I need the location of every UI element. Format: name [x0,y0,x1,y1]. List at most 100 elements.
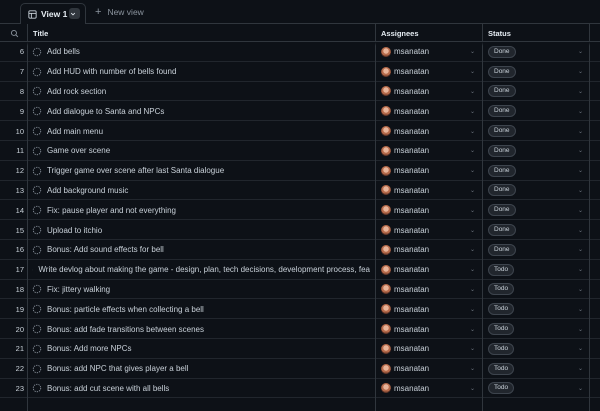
row-title[interactable]: Bonus: particle effects when collecting … [47,305,204,314]
row-assignee-cell[interactable]: msanatan [381,280,477,300]
row-title[interactable]: Add main menu [47,127,103,136]
row-assignee-cell[interactable]: msanatan [381,260,477,280]
status-dropdown-icon[interactable]: ⌄ [578,280,583,300]
row-status-cell[interactable]: Done [488,200,516,220]
row-assignee-cell[interactable]: msanatan [381,62,477,82]
table-row[interactable]: 19 Bonus: particle effects when collectin… [0,299,600,320]
assignee-dropdown-icon[interactable]: ⌄ [470,62,475,82]
row-status-cell[interactable]: Done [488,240,516,260]
row-status-cell[interactable]: Todo [488,339,515,359]
status-dropdown-icon[interactable]: ⌄ [578,181,583,201]
tab-view-1[interactable]: View 1 [20,3,86,24]
table-row[interactable]: 13 Add background music msanatan ⌄ Done ⌄ [0,181,600,201]
table-row[interactable]: 20 Bonus: add fade transitions between sc… [0,319,600,339]
table-row[interactable]: 17 Write devlog about making the game - d… [0,260,600,280]
assignee-dropdown-icon[interactable]: ⌄ [470,181,475,201]
column-divider[interactable] [589,24,590,411]
row-title[interactable]: Write devlog about making the game - des… [38,265,370,274]
assignee-dropdown-icon[interactable]: ⌄ [470,379,475,399]
row-title[interactable]: Add background music [47,186,128,195]
row-status-cell[interactable]: Done [488,82,516,102]
row-assignee-cell[interactable]: msanatan [381,240,477,260]
row-title[interactable]: Trigger game over scene after last Santa… [47,166,224,175]
assignee-dropdown-icon[interactable]: ⌄ [470,101,475,121]
row-title-cell[interactable]: Game over scene [32,141,370,161]
row-status-cell[interactable]: Todo [488,299,515,319]
row-title[interactable]: Fix: pause player and not everything [47,206,176,215]
assignee-dropdown-icon[interactable]: ⌄ [470,240,475,260]
row-status-cell[interactable]: Done [488,220,516,240]
row-title-cell[interactable]: Fix: pause player and not everything [32,200,370,220]
status-dropdown-icon[interactable]: ⌄ [578,359,583,379]
table-row[interactable]: 15 Upload to itchio msanatan ⌄ Done ⌄ [0,220,600,240]
assignee-dropdown-icon[interactable]: ⌄ [470,280,475,300]
status-dropdown-icon[interactable]: ⌄ [578,200,583,220]
row-title[interactable]: Add dialogue to Santa and NPCs [47,107,164,116]
row-title-cell[interactable]: Add background music [32,181,370,201]
table-row[interactable]: 7 Add HUD with number of bells found msana… [0,62,600,82]
row-title-cell[interactable]: Bonus: add cut scene with all bells [32,379,370,399]
row-assignee-cell[interactable]: msanatan [381,379,477,399]
assignee-dropdown-icon[interactable]: ⌄ [470,359,475,379]
table-row[interactable]: 18 Fix: jittery walking msanatan ⌄ Todo ⌄ [0,280,600,300]
table-row[interactable]: 23 Bonus: add cut scene with all bells msa… [0,379,600,399]
table-row[interactable]: 16 Bonus: Add sound effects for bell msana… [0,240,600,260]
status-dropdown-icon[interactable]: ⌄ [578,82,583,102]
column-header-title[interactable]: Title [33,24,48,42]
assignee-dropdown-icon[interactable]: ⌄ [470,161,475,181]
row-title[interactable]: Add bells [47,47,80,56]
row-assignee-cell[interactable]: msanatan [381,121,477,141]
row-title[interactable]: Bonus: Add more NPCs [47,344,131,353]
status-dropdown-icon[interactable]: ⌄ [578,339,583,359]
row-status-cell[interactable]: Todo [488,280,515,300]
assignee-dropdown-icon[interactable]: ⌄ [470,220,475,240]
row-assignee-cell[interactable]: msanatan [381,319,477,339]
row-status-cell[interactable]: Todo [488,319,515,339]
search-icon[interactable] [10,24,19,42]
row-status-cell[interactable]: Todo [488,260,515,280]
status-dropdown-icon[interactable]: ⌄ [578,220,583,240]
row-status-cell[interactable]: Todo [488,379,515,399]
row-status-cell[interactable]: Done [488,161,516,181]
tab-options-button[interactable] [69,8,80,19]
row-title[interactable]: Bonus: Add sound effects for bell [47,245,164,254]
assignee-dropdown-icon[interactable]: ⌄ [470,200,475,220]
row-title-cell[interactable]: Bonus: Add more NPCs [32,339,370,359]
assignee-dropdown-icon[interactable]: ⌄ [470,82,475,102]
row-assignee-cell[interactable]: msanatan [381,82,477,102]
column-divider[interactable] [482,24,483,411]
row-title-cell[interactable]: Bonus: particle effects when collecting … [32,299,370,319]
row-title-cell[interactable]: Trigger game over scene after last Santa… [32,161,370,181]
row-title-cell[interactable]: Fix: jittery walking [32,280,370,300]
assignee-dropdown-icon[interactable]: ⌄ [470,299,475,319]
new-view-button[interactable]: + New view [95,6,144,18]
table-row[interactable]: 10 Add main menu msanatan ⌄ Done ⌄ [0,121,600,141]
status-dropdown-icon[interactable]: ⌄ [578,240,583,260]
row-title[interactable]: Add HUD with number of bells found [47,67,176,76]
row-title[interactable]: Bonus: add NPC that gives player a bell [47,364,188,373]
row-status-cell[interactable]: Done [488,62,516,82]
row-title-cell[interactable]: Add main menu [32,121,370,141]
column-divider[interactable] [375,24,376,411]
status-dropdown-icon[interactable]: ⌄ [578,161,583,181]
row-title-cell[interactable]: Upload to itchio [32,220,370,240]
row-title[interactable]: Bonus: add cut scene with all bells [47,384,169,393]
row-title-cell[interactable]: Add rock section [32,82,370,102]
status-dropdown-icon[interactable]: ⌄ [578,121,583,141]
table-row[interactable]: 11 Game over scene msanatan ⌄ Done ⌄ [0,141,600,161]
table-row[interactable]: 14 Fix: pause player and not everything ms… [0,200,600,221]
table-row[interactable]: 12 Trigger game over scene after last San… [0,161,600,181]
assignee-dropdown-icon[interactable]: ⌄ [470,339,475,359]
status-dropdown-icon[interactable]: ⌄ [578,62,583,82]
row-title-cell[interactable]: Write devlog about making the game - des… [32,260,370,280]
column-header-status[interactable]: Status [488,24,511,42]
row-assignee-cell[interactable]: msanatan [381,141,477,161]
status-dropdown-icon[interactable]: ⌄ [578,319,583,339]
row-title-cell[interactable]: Bonus: Add sound effects for bell [32,240,370,260]
status-dropdown-icon[interactable]: ⌄ [578,299,583,319]
row-assignee-cell[interactable]: msanatan [381,200,477,220]
row-title[interactable]: Bonus: add fade transitions between scen… [47,325,204,334]
assignee-dropdown-icon[interactable]: ⌄ [470,260,475,280]
status-dropdown-icon[interactable]: ⌄ [578,379,583,399]
table-row[interactable]: 21 Bonus: Add more NPCs msanatan ⌄ Todo ⌄ [0,339,600,359]
